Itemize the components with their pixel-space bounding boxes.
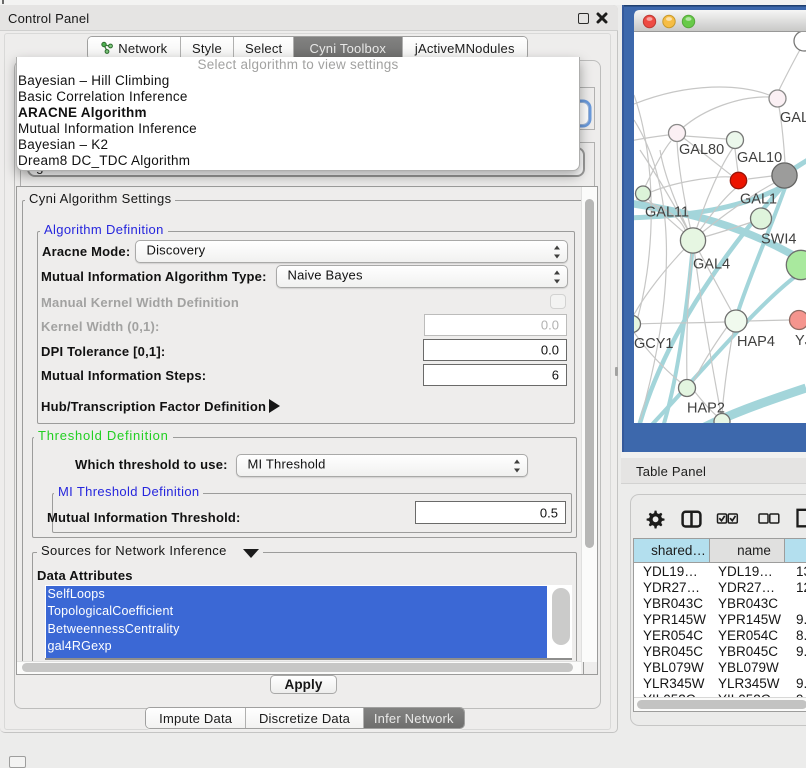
- svg-text:GAL10: GAL10: [737, 150, 782, 166]
- svg-text:GAL4: GAL4: [693, 257, 730, 273]
- svg-text:HAP4: HAP4: [737, 334, 775, 350]
- svg-text:GAL1: GAL1: [740, 192, 777, 208]
- svg-text:GAL80: GAL80: [679, 142, 724, 158]
- svg-text:GAL7: GAL7: [780, 110, 806, 126]
- svg-text:GCY1: GCY1: [634, 336, 674, 352]
- svg-text:YJ: YJ: [795, 333, 806, 349]
- svg-text:HAP2: HAP2: [687, 401, 725, 417]
- svg-text:SWI4: SWI4: [761, 232, 796, 248]
- svg-text:GAL11: GAL11: [645, 205, 689, 221]
